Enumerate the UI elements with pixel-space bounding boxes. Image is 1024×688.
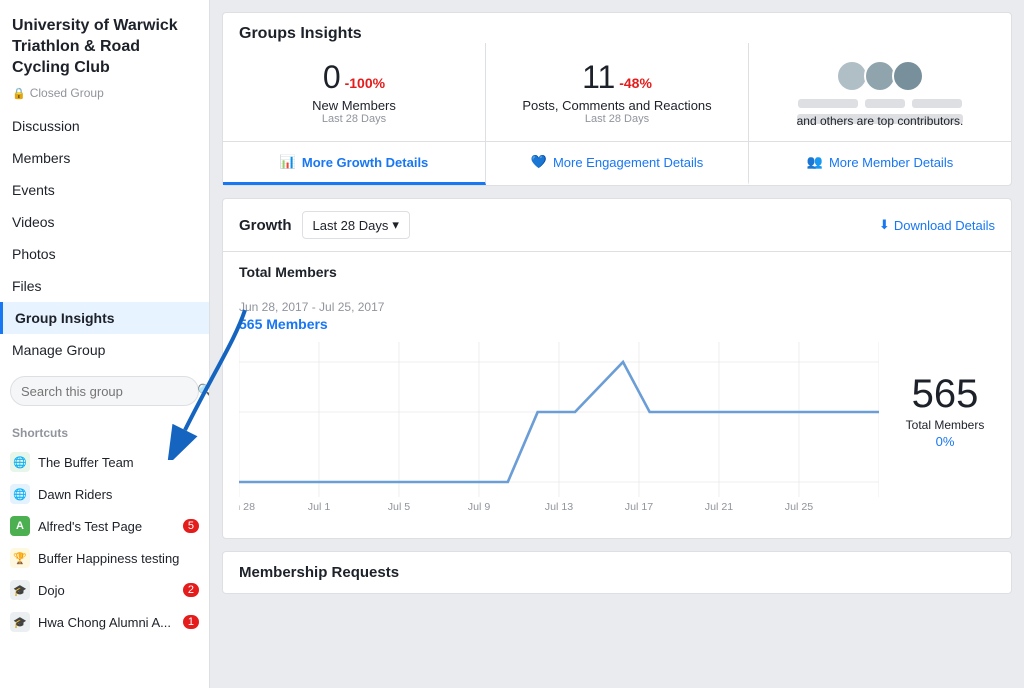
shortcut-badge-hwa-chong: 1 [183, 615, 199, 629]
big-total-pct: 0% [895, 434, 995, 449]
sidebar-item-group-insights[interactable]: Group Insights [0, 302, 209, 334]
sidebar-item-members[interactable]: Members [0, 142, 209, 174]
tab-more-growth[interactable]: 📊 More Growth Details [223, 142, 486, 185]
membership-section: Membership Requests [222, 551, 1012, 594]
stat-new-members: 0 -100% New Members Last 28 Days [223, 43, 486, 141]
search-input[interactable] [21, 384, 197, 399]
avatar-row [836, 60, 924, 92]
sidebar-item-manage-group[interactable]: Manage Group [0, 334, 209, 366]
shortcut-icon-buffer-team: 🌐 [10, 452, 30, 472]
membership-title: Membership Requests [239, 564, 995, 581]
stat-contributors: and others are top contributors. [749, 43, 1011, 141]
chart-right: 565 Total Members 0% [895, 374, 995, 449]
shortcut-name-alfred-page: Alfred's Test Page [38, 519, 175, 534]
shortcut-item-buffer-team[interactable]: 🌐 The Buffer Team [0, 446, 209, 478]
contributors-text: and others are top contributors. [797, 96, 964, 124]
svg-text:Jul 1: Jul 1 [308, 502, 331, 513]
shortcut-icon-buffer-happiness: 🏆 [10, 548, 30, 568]
line-chart-svg: 566 565 564 Jun 28 Jul 1 Jul 5 Jul 9 [239, 342, 879, 522]
sidebar-nav: Discussion Members Events Videos Photos … [0, 110, 209, 366]
shortcut-icon-dojo: 🎓 [10, 580, 30, 600]
insights-card: Groups Insights 0 -100% New Members Last… [222, 12, 1012, 186]
group-name: University of Warwick Triathlon & Road C… [0, 0, 209, 86]
shortcut-item-buffer-happiness[interactable]: 🏆 Buffer Happiness testing [0, 542, 209, 574]
shortcut-badge-alfred-page: 5 [183, 519, 199, 533]
big-total-label: Total Members [895, 418, 995, 432]
members-tab-icon: 👥 [807, 154, 823, 170]
big-total-members: 565 [895, 374, 995, 414]
insights-stats: 0 -100% New Members Last 28 Days 11 -48%… [223, 43, 1011, 142]
group-type: 🔒 Closed Group [0, 86, 209, 110]
shortcuts-label: Shortcuts [0, 416, 209, 446]
shortcut-badge-dojo: 2 [183, 583, 199, 597]
stat-posts-comments: 11 -48% Posts, Comments and Reactions La… [486, 43, 749, 141]
shortcut-item-alfred-page[interactable]: A Alfred's Test Page 5 [0, 510, 209, 542]
search-icon: 🔍 [197, 383, 210, 399]
shortcut-item-dojo[interactable]: 🎓 Dojo 2 [0, 574, 209, 606]
engagement-tab-icon: 💙 [531, 154, 547, 170]
sidebar: University of Warwick Triathlon & Road C… [0, 0, 210, 688]
download-details-button[interactable]: ⬇ Download Details [879, 217, 995, 233]
period-dropdown[interactable]: Last 28 Days ▾ [302, 211, 410, 239]
svg-text:Jul 25: Jul 25 [785, 502, 814, 513]
chart-area: Jun 28, 2017 - Jul 25, 2017 565 Members [223, 284, 1011, 538]
shortcut-name-buffer-happiness: Buffer Happiness testing [38, 551, 199, 566]
svg-text:Jul 21: Jul 21 [705, 502, 734, 513]
chevron-down-icon: ▾ [392, 217, 399, 233]
download-icon: ⬇ [879, 217, 890, 233]
growth-tab-icon: 📊 [280, 154, 296, 170]
shortcut-item-dawn-riders[interactable]: 🌐 Dawn Riders [0, 478, 209, 510]
growth-header: Growth Last 28 Days ▾ ⬇ Download Details [223, 199, 1011, 252]
lock-icon: 🔒 [12, 87, 26, 100]
search-box: 🔍 [10, 376, 199, 406]
sidebar-item-photos[interactable]: Photos [0, 238, 209, 270]
insights-title: Groups Insights [223, 13, 1011, 43]
main-content: Groups Insights 0 -100% New Members Last… [210, 0, 1024, 688]
sidebar-item-files[interactable]: Files [0, 270, 209, 302]
sidebar-item-discussion[interactable]: Discussion [0, 110, 209, 142]
shortcut-name-hwa-chong: Hwa Chong Alumni A... [38, 615, 175, 630]
avatar-3 [892, 60, 924, 92]
chart-left: Jun 28, 2017 - Jul 25, 2017 565 Members [239, 300, 879, 522]
svg-text:Jul 17: Jul 17 [625, 502, 654, 513]
shortcut-name-dawn-riders: Dawn Riders [38, 487, 199, 502]
tab-more-members[interactable]: 👥 More Member Details [749, 142, 1011, 185]
shortcut-name-dojo: Dojo [38, 583, 175, 598]
insights-tabs: 📊 More Growth Details 💙 More Engagement … [223, 142, 1011, 185]
chart-container: 566 565 564 Jun 28 Jul 1 Jul 5 Jul 9 [239, 342, 879, 522]
shortcut-icon-dawn-riders: 🌐 [10, 484, 30, 504]
svg-text:Jun 28: Jun 28 [239, 502, 255, 513]
svg-text:Jul 5: Jul 5 [388, 502, 411, 513]
tab-more-engagement[interactable]: 💙 More Engagement Details [486, 142, 749, 185]
svg-text:Jul 9: Jul 9 [468, 502, 491, 513]
stat-number-members: 0 -100% [239, 59, 469, 96]
chart-members-label: 565 Members [239, 316, 879, 332]
shortcut-icon-alfred-page: A [10, 516, 30, 536]
shortcut-item-hwa-chong[interactable]: 🎓 Hwa Chong Alumni A... 1 [0, 606, 209, 638]
sidebar-item-videos[interactable]: Videos [0, 206, 209, 238]
sidebar-item-events[interactable]: Events [0, 174, 209, 206]
chart-date-range: Jun 28, 2017 - Jul 25, 2017 [239, 300, 879, 314]
stat-number-posts: 11 -48% [502, 59, 732, 96]
growth-title: Growth [239, 217, 292, 234]
shortcut-icon-hwa-chong: 🎓 [10, 612, 30, 632]
growth-section: Growth Last 28 Days ▾ ⬇ Download Details… [222, 198, 1012, 539]
chart-section-title: Total Members [223, 252, 1011, 284]
svg-text:Jul 13: Jul 13 [545, 502, 574, 513]
shortcut-name-buffer-team: The Buffer Team [38, 455, 199, 470]
